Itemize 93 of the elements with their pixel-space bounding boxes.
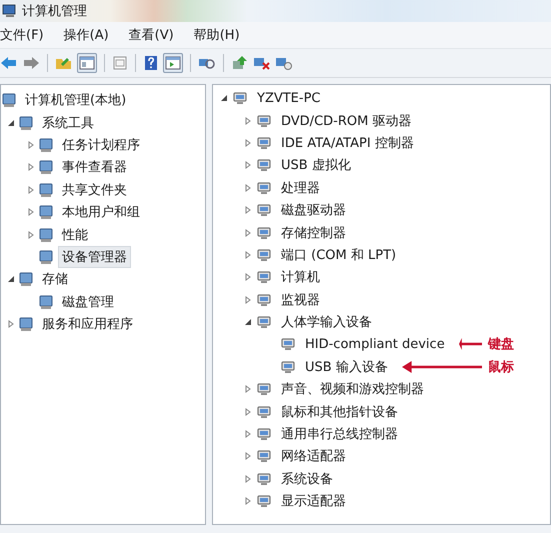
menu-item[interactable]: 操作(A) (64, 26, 109, 44)
tree-item[interactable]: 磁盘管理 (58, 290, 118, 313)
device-icon (255, 112, 273, 129)
expand-arrow-icon[interactable] (244, 452, 252, 460)
device-item[interactable]: USB 虚拟化 (277, 154, 355, 176)
expand-arrow-icon[interactable] (7, 320, 15, 328)
expand-arrow-icon[interactable] (244, 430, 252, 438)
device-icon (255, 448, 273, 464)
device-icon (255, 246, 273, 263)
device-item[interactable]: 声音、视频和游戏控制器 (277, 378, 428, 400)
expand-arrow-icon[interactable] (27, 140, 35, 149)
tree-item[interactable]: 系统工具 (38, 112, 98, 134)
tree-item[interactable]: 服务和应用程序 (38, 313, 137, 336)
expand-arrow-icon[interactable] (27, 186, 35, 194)
device-icon (255, 180, 273, 196)
device-icon (255, 404, 273, 420)
expand-arrow-icon[interactable] (244, 385, 252, 394)
expand-arrow-icon[interactable] (244, 161, 252, 170)
menu-item[interactable]: 帮助(H) (194, 26, 240, 44)
expand-arrow-icon[interactable] (244, 273, 252, 282)
device-icon (255, 292, 273, 308)
update-driver-icon[interactable] (231, 55, 249, 71)
annotation-label: 键盘 (488, 336, 515, 354)
device-icon (279, 358, 297, 375)
device-icon (279, 336, 297, 352)
tree-item[interactable]: 任务计划程序 (58, 134, 144, 156)
collapse-arrow-icon[interactable] (220, 94, 228, 102)
device-item[interactable]: 鼠标和其他指针设备 (277, 400, 402, 423)
collapse-arrow-icon[interactable] (7, 275, 15, 284)
expand-arrow-icon[interactable] (244, 250, 252, 259)
tree-item[interactable]: 性能 (58, 224, 92, 246)
device-item[interactable]: 处理器 (277, 176, 324, 199)
device-item[interactable]: 通用串行总线控制器 (277, 423, 402, 446)
help-icon[interactable] (143, 55, 159, 71)
tree-item[interactable]: 事件查看器 (58, 156, 131, 178)
device-item[interactable]: 计算机 (277, 266, 324, 288)
annotation-arrow (458, 338, 482, 350)
tree-item[interactable]: 本地用户和组 (58, 201, 144, 224)
computer-icon (2, 3, 18, 19)
menu-item[interactable]: 查看(V) (128, 26, 174, 44)
tree-item[interactable]: 共享文件夹 (58, 178, 131, 201)
expand-arrow-icon[interactable] (244, 206, 252, 214)
tree-item[interactable]: 计算机管理(本地) (21, 89, 130, 112)
expand-arrow-icon[interactable] (244, 228, 252, 237)
expand-arrow-icon[interactable] (244, 184, 252, 192)
device-icon (255, 157, 273, 174)
expand-arrow-icon[interactable] (244, 408, 252, 416)
device-item[interactable]: 存储控制器 (277, 222, 350, 244)
expand-arrow-icon[interactable] (27, 208, 35, 216)
expand-arrow-icon[interactable] (244, 497, 252, 506)
annotation-label: 鼠标 (488, 358, 515, 376)
device-item[interactable]: 系统设备 (277, 468, 337, 490)
enable-device-icon[interactable] (275, 55, 293, 71)
device-icon (255, 224, 273, 241)
expand-arrow-icon[interactable] (244, 474, 252, 483)
device-item[interactable]: USB 输入设备 (301, 356, 392, 378)
action-pane-icon[interactable] (165, 55, 181, 71)
device-item[interactable]: 磁盘驱动器 (277, 199, 350, 222)
device-icon (255, 426, 273, 442)
device-icon (255, 134, 273, 151)
tree-item[interactable]: 存储 (38, 268, 72, 290)
device-item[interactable]: IDE ATA/ATAPI 控制器 (277, 132, 418, 154)
console-tree-icon[interactable] (79, 55, 95, 71)
device-icon (255, 269, 273, 286)
device-item[interactable]: DVD/CD-ROM 驱动器 (277, 110, 416, 132)
device-icon (255, 493, 273, 510)
expand-arrow-icon[interactable] (244, 138, 252, 147)
expand-arrow-icon[interactable] (27, 230, 35, 239)
device-item[interactable]: 端口 (COM 和 LPT) (277, 244, 400, 266)
expand-arrow-icon[interactable] (244, 296, 252, 304)
device-item[interactable]: 显示适配器 (277, 490, 350, 512)
device-item[interactable]: HID-compliant device (301, 334, 449, 354)
expand-arrow-icon[interactable] (244, 116, 252, 125)
expand-arrow-icon[interactable] (27, 163, 35, 172)
device-icon (231, 90, 249, 106)
forward-icon[interactable] (22, 55, 40, 71)
collapse-arrow-icon[interactable] (244, 318, 252, 326)
menu-item[interactable]: 文件(F) (0, 26, 44, 44)
properties-icon[interactable] (112, 55, 128, 71)
collapse-arrow-icon[interactable] (7, 118, 15, 127)
tree-item[interactable]: 设备管理器 (58, 246, 131, 268)
device-item[interactable]: YZVTE-PC (253, 88, 325, 108)
device-icon (255, 314, 273, 330)
device-item[interactable]: 网络适配器 (277, 445, 350, 468)
window-title: 计算机管理 (22, 3, 87, 20)
uninstall-icon[interactable] (253, 55, 271, 71)
device-item[interactable]: 人体学输入设备 (277, 311, 376, 334)
device-icon (255, 381, 273, 398)
back-icon[interactable] (0, 55, 18, 71)
device-item[interactable]: 监视器 (277, 288, 324, 311)
device-icon (255, 470, 273, 487)
device-icon (255, 202, 273, 218)
folder-icon[interactable] (55, 55, 73, 71)
